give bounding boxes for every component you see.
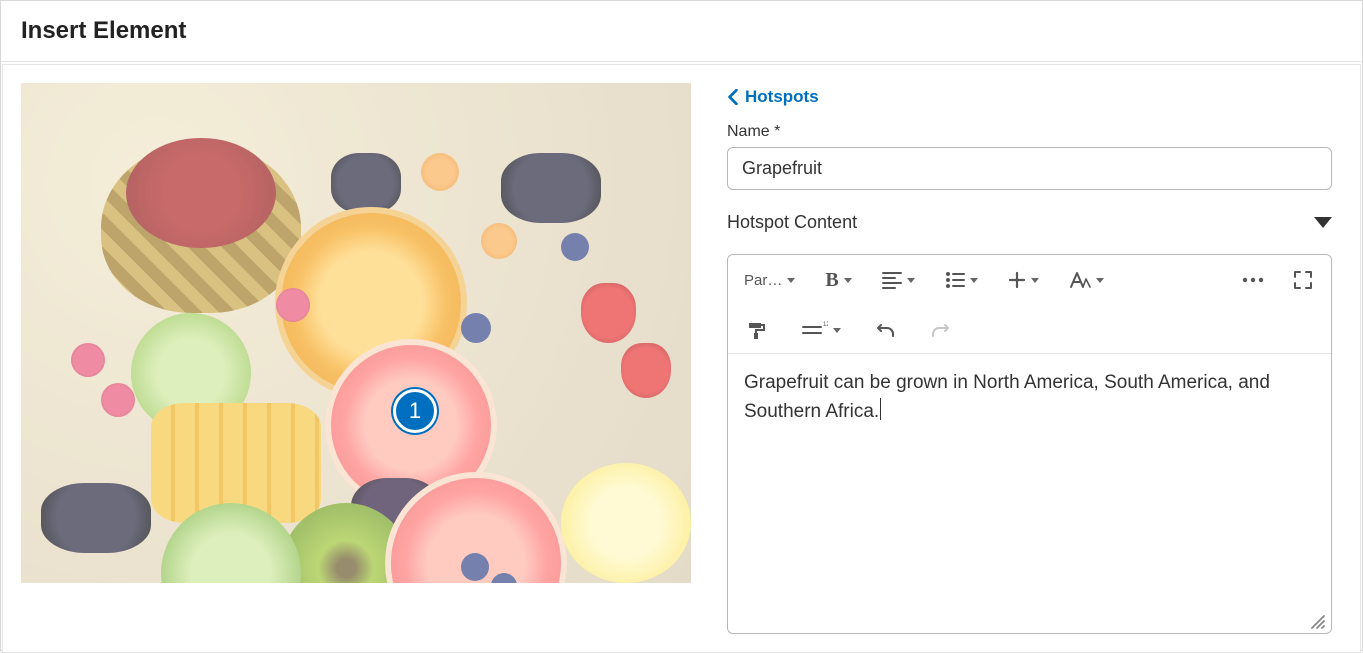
chevron-down-icon [787,278,795,283]
more-actions-button[interactable] [1237,265,1269,295]
chevron-down-icon [833,328,841,333]
align-left-icon [882,271,902,289]
format-painter-button[interactable] [740,315,772,345]
paragraph-style-label: Par… [744,272,782,289]
chevron-down-icon [1031,278,1039,283]
paragraph-style-dropdown[interactable]: Par… [740,265,799,295]
dialog-body: 1 Hotspots Name * Hotspot Content [2,64,1361,653]
equation-dropdown[interactable]: 123 [798,315,845,345]
fullscreen-button[interactable] [1287,265,1319,295]
plus-icon [1008,271,1026,289]
hotspot-marker-1[interactable]: 1 [393,389,437,433]
name-field-group: Name * [727,123,1332,190]
equation-icon: 123 [802,321,828,339]
editor-content-area[interactable]: Grapefruit can be grown in North America… [728,354,1331,633]
hotspot-name-input[interactable] [727,147,1332,190]
bold-button[interactable]: B [821,265,855,295]
ellipsis-icon [1242,276,1264,284]
dialog-insert-element: Insert Element [0,0,1363,651]
text-cursor [880,398,881,420]
editor-text: Grapefruit can be grown in North America… [744,372,1270,422]
undo-button[interactable] [871,315,903,345]
redo-button[interactable] [923,315,955,345]
align-dropdown[interactable] [878,265,919,295]
chevron-down-icon [970,278,978,283]
editor-toolbar: Par… B [728,255,1331,354]
font-dropdown[interactable] [1065,265,1108,295]
bullet-list-icon [945,271,965,289]
fruit-platter-image [21,83,691,583]
bold-icon: B [825,270,838,290]
hotspot-marker-number: 1 [409,398,421,424]
chevron-down-icon [844,278,852,283]
chevron-down-icon [907,278,915,283]
format-painter-icon [746,320,766,340]
insert-dropdown[interactable] [1004,265,1043,295]
hotspot-image-canvas[interactable]: 1 [21,83,691,583]
redo-icon [929,321,949,339]
dialog-header: Insert Element [1,1,1362,62]
svg-text:123: 123 [823,322,828,328]
chevron-down-icon [1096,278,1104,283]
fullscreen-icon [1293,270,1313,290]
hotspot-content-section-toggle[interactable]: Hotspot Content [727,212,1332,238]
chevron-left-icon [727,89,739,105]
font-icon [1069,271,1091,289]
back-link-label: Hotspots [745,87,819,107]
list-dropdown[interactable] [941,265,982,295]
chevron-down-icon [1314,217,1332,228]
back-to-hotspots-link[interactable]: Hotspots [727,87,1332,107]
hotspot-content-label: Hotspot Content [727,212,857,233]
name-field-label: Name * [727,123,1332,141]
editor-resize-handle[interactable] [1309,613,1325,629]
rich-text-editor: Par… B [727,254,1332,634]
undo-icon [877,321,897,339]
hotspot-editor-pane: Hotspots Name * Hotspot Content Par… [727,83,1342,634]
dialog-title: Insert Element [21,17,1342,45]
